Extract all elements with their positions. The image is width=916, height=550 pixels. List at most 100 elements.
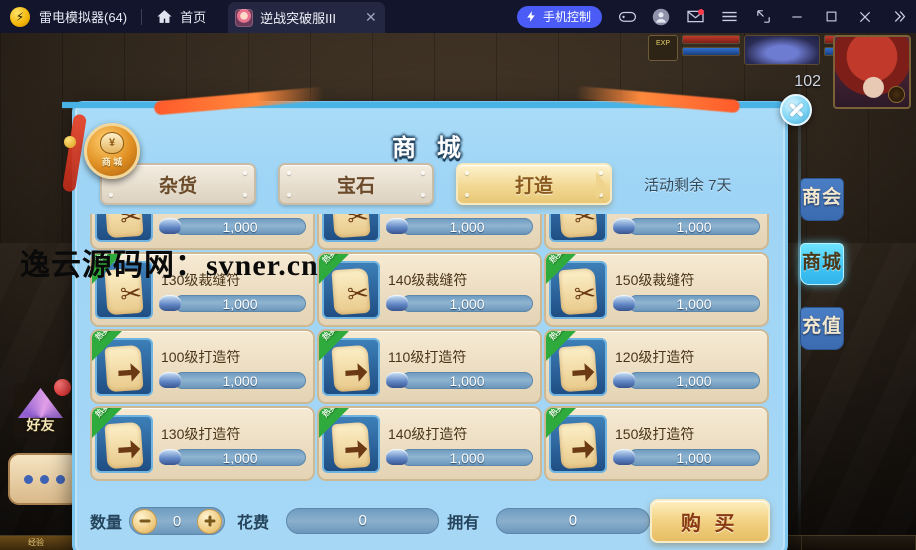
- tab-label: 打造: [514, 175, 553, 197]
- item-price: 1,000: [628, 217, 760, 235]
- watermark: 逸云源码网：svner.cn: [20, 249, 319, 282]
- owned-label: 拥有: [447, 515, 480, 532]
- item-price-row: 1,000: [386, 371, 533, 389]
- shop-medallion: ¥ 商 城: [84, 123, 140, 179]
- side-tab-label: 商城: [801, 251, 842, 273]
- silver-ingot-icon: [386, 218, 408, 234]
- item-name: 100级打造符: [161, 348, 241, 365]
- game-tab-title: 逆战突破服III: [260, 11, 336, 26]
- titlebar-controls: 手机控制: [516, 0, 916, 33]
- side-tab-recharge[interactable]: 充值: [800, 307, 844, 350]
- side-tab-label: 商会: [801, 187, 842, 208]
- mail-icon[interactable]: [678, 0, 712, 33]
- item-price-row: 1,000: [386, 448, 533, 466]
- tab-gems[interactable]: 宝石: [278, 163, 434, 205]
- shop-item-card[interactable]: 热卖 100级打造符 1,000: [90, 329, 315, 404]
- close-icon[interactable]: [780, 94, 812, 126]
- account-icon[interactable]: [644, 0, 678, 33]
- item-info: 140级裁缝符 1,000: [386, 268, 540, 312]
- item-price: 1,000: [174, 217, 306, 235]
- cost-field: 0: [286, 508, 440, 534]
- home-icon: [156, 8, 173, 25]
- side-tab-group: 商会 商城 充值: [800, 178, 844, 372]
- phone-control-label: 手机控制: [542, 10, 591, 24]
- event-countdown: 活动剩余 7天: [644, 176, 732, 194]
- item-price: 1,000: [628, 294, 760, 312]
- side-tab-shop[interactable]: 商城: [800, 242, 844, 286]
- buy-button[interactable]: 购 买: [649, 499, 770, 543]
- maximize-icon[interactable]: [814, 0, 848, 33]
- phone-control-button[interactable]: 手机控制: [516, 5, 602, 28]
- item-info: 120级打造符 1,000: [613, 345, 767, 389]
- chevron-double-right-icon[interactable]: [882, 0, 916, 33]
- shop-item-card[interactable]: 热卖 140级打造符 1,000: [317, 406, 542, 481]
- mail-badge: [698, 9, 704, 15]
- item-name: 150级裁缝符: [615, 271, 695, 288]
- item-price-row: 1,000: [386, 217, 533, 235]
- item-info: 150级裁缝符 1,000: [613, 268, 767, 312]
- quantity-stepper[interactable]: 0: [129, 507, 226, 535]
- minimize-icon[interactable]: [780, 0, 814, 33]
- game-tab[interactable]: 逆战突破服III ✕: [228, 2, 385, 33]
- item-price-row: 1,000: [159, 448, 306, 466]
- item-info: 120级裁缝符1,000: [613, 214, 767, 235]
- target-frame: [744, 35, 820, 65]
- side-tab-merchant-guild[interactable]: 商会: [800, 178, 844, 221]
- hotbar-slot[interactable]: [802, 536, 916, 550]
- shop-item-card[interactable]: 热卖140级裁缝符1,000: [317, 252, 542, 327]
- silver-ingot-icon: [159, 218, 181, 234]
- item-price-row: 1,000: [386, 294, 533, 312]
- app-name: 雷电模拟器(64): [39, 10, 128, 25]
- shop-item-card[interactable]: 热卖 110级打造符 1,000: [317, 329, 542, 404]
- item-icon: [95, 214, 153, 242]
- resize-icon[interactable]: [746, 0, 780, 33]
- mp-bar: [682, 47, 740, 56]
- game-avatar-icon: [235, 8, 254, 27]
- tab-forging[interactable]: 打造: [456, 163, 612, 205]
- item-price: 1,000: [174, 294, 306, 312]
- item-name: 150级打造符: [615, 425, 695, 442]
- shop-item-card[interactable]: 热卖110级裁缝符1,000: [317, 214, 542, 250]
- item-price-row: 1,000: [613, 448, 760, 466]
- shop-item-card[interactable]: 热卖 150级打造符 1,000: [544, 406, 769, 481]
- shop-item-card[interactable]: 热卖120级裁缝符1,000: [544, 214, 769, 250]
- dot: [23, 474, 33, 484]
- item-info: 110级打造符 1,000: [386, 345, 540, 389]
- minus-icon[interactable]: [132, 508, 158, 534]
- item-price-row: 1,000: [159, 217, 306, 235]
- item-price-row: 1,000: [159, 294, 306, 312]
- emulator-titlebar: 雷电模拟器(64) 首页 逆战突破服III ✕ 手机控制: [0, 0, 916, 33]
- shop-item-card[interactable]: 热卖 120级打造符 1,000: [544, 329, 769, 404]
- shop-item-card[interactable]: 热卖150级裁缝符1,000: [544, 252, 769, 327]
- game-viewport: EXP 102 好友 商会 商城 充值 经验 ¥ 商 城 商 城 杂货 宝石 打…: [0, 33, 916, 550]
- tab-label: 杂货: [158, 175, 197, 197]
- menu-icon[interactable]: [712, 0, 746, 33]
- item-price: 1,000: [174, 448, 306, 466]
- item-price-row: 1,000: [159, 371, 306, 389]
- close-window-icon[interactable]: [848, 0, 882, 33]
- hp-bar: [682, 35, 740, 44]
- tab-label: 宝石: [336, 175, 375, 197]
- home-button[interactable]: 首页: [156, 7, 206, 26]
- medallion-label: 商 城: [101, 157, 123, 167]
- scissor-rune-icon: [331, 214, 371, 238]
- shop-item-card[interactable]: 热卖 130级打造符 1,000: [90, 406, 315, 481]
- item-price: 1,000: [628, 448, 760, 466]
- item-icon: [322, 214, 380, 242]
- item-info: 140级打造符 1,000: [386, 422, 540, 466]
- cost-label: 花费: [237, 515, 270, 532]
- purchase-bar: 数量 0 花费 0 拥有 0 购 买: [90, 499, 770, 543]
- item-price: 1,000: [401, 371, 533, 389]
- plus-icon[interactable]: [197, 508, 223, 534]
- exp-badge: EXP: [648, 35, 678, 61]
- shop-dialog: ¥ 商 城 商 城 杂货 宝石 打造 活动剩余 7天 热卖100级裁缝符1,00…: [61, 66, 812, 550]
- home-label: 首页: [180, 10, 207, 25]
- dot: [39, 474, 49, 484]
- gamepad-icon[interactable]: [610, 0, 644, 33]
- category-tabs: 杂货 宝石 打造 活动剩余 7天: [100, 163, 732, 205]
- avatar[interactable]: [833, 35, 911, 109]
- close-icon[interactable]: ✕: [365, 9, 377, 26]
- friends-button[interactable]: 好友: [13, 379, 71, 438]
- silver-ingot-icon: [386, 372, 408, 388]
- hp-mp-bars: [682, 35, 740, 56]
